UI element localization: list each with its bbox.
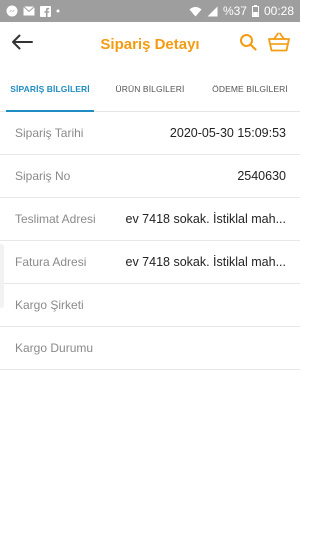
billing-address-value: ev 7418 sokak. İstiklal mah... bbox=[125, 255, 287, 269]
order-number-label: Sipariş No bbox=[15, 169, 71, 183]
billing-address-row[interactable]: Fatura Adresi ev 7418 sokak. İstiklal ma… bbox=[0, 241, 300, 284]
tab-odeme-bilgileri[interactable]: ÖDEME BİLGİLERİ bbox=[200, 67, 300, 111]
back-button[interactable] bbox=[8, 30, 36, 58]
basket-button[interactable] bbox=[266, 31, 292, 57]
battery-icon bbox=[251, 5, 259, 17]
facebook-icon bbox=[40, 5, 51, 17]
delivery-address-row[interactable]: Teslimat Adresi ev 7418 sokak. İstiklal … bbox=[0, 198, 300, 241]
messenger-icon bbox=[6, 5, 18, 17]
order-date-label: Sipariş Tarihi bbox=[15, 126, 84, 140]
shipping-company-label: Kargo Şirketi bbox=[15, 298, 84, 312]
order-number-row: Sipariş No 2540630 bbox=[0, 155, 300, 198]
tab-bar: SİPARİŞ BİLGİLERİ ÜRÜN BİLGİLERİ ÖDEME B… bbox=[0, 67, 300, 112]
clock: 00:28 bbox=[263, 4, 294, 18]
notification-icons bbox=[6, 5, 60, 17]
status-bar: %37 00:28 bbox=[0, 0, 300, 22]
back-arrow-icon bbox=[11, 34, 33, 55]
order-date-row: Sipariş Tarihi 2020-05-30 15:09:53 bbox=[0, 112, 300, 155]
search-button[interactable] bbox=[236, 32, 260, 56]
battery-percent: %37 bbox=[222, 4, 247, 18]
order-number-value: 2540630 bbox=[237, 169, 286, 183]
order-date-value: 2020-05-30 15:09:53 bbox=[169, 126, 286, 140]
tab-siparis-bilgileri[interactable]: SİPARİŞ BİLGİLERİ bbox=[0, 67, 100, 112]
shipping-status-label: Kargo Durumu bbox=[15, 341, 94, 355]
billing-address-label: Fatura Adresi bbox=[15, 255, 87, 269]
delivery-address-label: Teslimat Adresi bbox=[15, 212, 96, 226]
wifi-icon bbox=[189, 6, 202, 17]
signal-icon bbox=[207, 6, 218, 17]
app-bar: Sipariş Detayı bbox=[0, 22, 300, 67]
delivery-address-value: ev 7418 sokak. İstiklal mah... bbox=[125, 212, 287, 226]
shipping-company-row: Kargo Şirketi bbox=[0, 284, 300, 327]
order-details-list: Sipariş Tarihi 2020-05-30 15:09:53 Sipar… bbox=[0, 112, 300, 370]
tab-urun-bilgileri[interactable]: ÜRÜN BİLGİLERİ bbox=[100, 67, 200, 111]
search-icon bbox=[239, 33, 257, 56]
more-dot-icon bbox=[56, 9, 60, 13]
mail-icon bbox=[23, 6, 35, 16]
system-status: %37 00:28 bbox=[189, 4, 294, 18]
drawer-edge-handle[interactable] bbox=[0, 244, 4, 308]
shipping-status-row: Kargo Durumu bbox=[0, 327, 300, 370]
basket-icon bbox=[268, 32, 290, 57]
